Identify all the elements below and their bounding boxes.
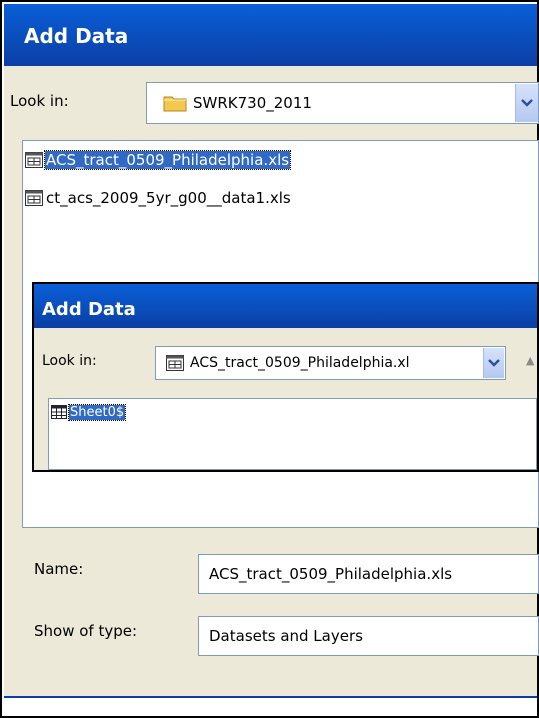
file-name: ct_acs_2009_5yr_g00__data1.xls <box>46 189 291 207</box>
inner-dialog-title: Add Data <box>42 299 136 320</box>
inner-dialog-titlebar[interactable]: Add Data <box>34 284 537 328</box>
inner-look-in-label: Look in: <box>42 353 97 369</box>
dialog-titlebar[interactable]: Add Data <box>4 4 537 66</box>
show-of-type-label: Show of type: <box>34 622 138 640</box>
excel-file-icon <box>25 190 43 206</box>
look-in-dropdown-button[interactable] <box>515 84 538 122</box>
list-item[interactable]: ACS_tract_0509_Philadelphia.xls <box>25 149 292 171</box>
inner-look-in-value: ACS_tract_0509_Philadelphia.xl <box>190 355 410 371</box>
up-one-level-icon[interactable]: ▲ <box>526 354 534 367</box>
inner-item-list[interactable]: Sheet0$ <box>48 398 537 470</box>
look-in-label: Look in: <box>10 92 69 110</box>
name-field[interactable]: ACS_tract_0509_Philadelphia.xls <box>198 554 539 594</box>
excel-file-icon <box>166 355 184 371</box>
chevron-down-icon <box>488 358 500 368</box>
inner-look-in-dropdown[interactable]: ACS_tract_0509_Philadelphia.xl <box>155 346 506 380</box>
list-item[interactable]: Sheet0$ <box>51 401 127 423</box>
inner-add-data-dialog: Add Data Look in: ACS_tract_0509_Philade… <box>32 282 539 472</box>
chevron-down-icon <box>521 98 533 108</box>
sheet-name: Sheet0$ <box>67 403 127 421</box>
list-item[interactable]: ct_acs_2009_5yr_g00__data1.xls <box>25 187 292 209</box>
dialog-bottom-border <box>4 696 537 698</box>
excel-file-icon <box>25 152 43 168</box>
inner-look-in-dropdown-button[interactable] <box>483 348 504 378</box>
folder-icon <box>163 94 187 112</box>
file-name: ACS_tract_0509_Philadelphia.xls <box>43 150 292 170</box>
look-in-dropdown[interactable]: SWRK730_2011 <box>146 82 539 124</box>
table-icon <box>51 405 67 419</box>
look-in-value: SWRK730_2011 <box>193 94 312 112</box>
dialog-title: Add Data <box>24 24 129 48</box>
name-label: Name: <box>34 560 84 578</box>
show-of-type-dropdown[interactable]: Datasets and Layers <box>198 616 539 656</box>
